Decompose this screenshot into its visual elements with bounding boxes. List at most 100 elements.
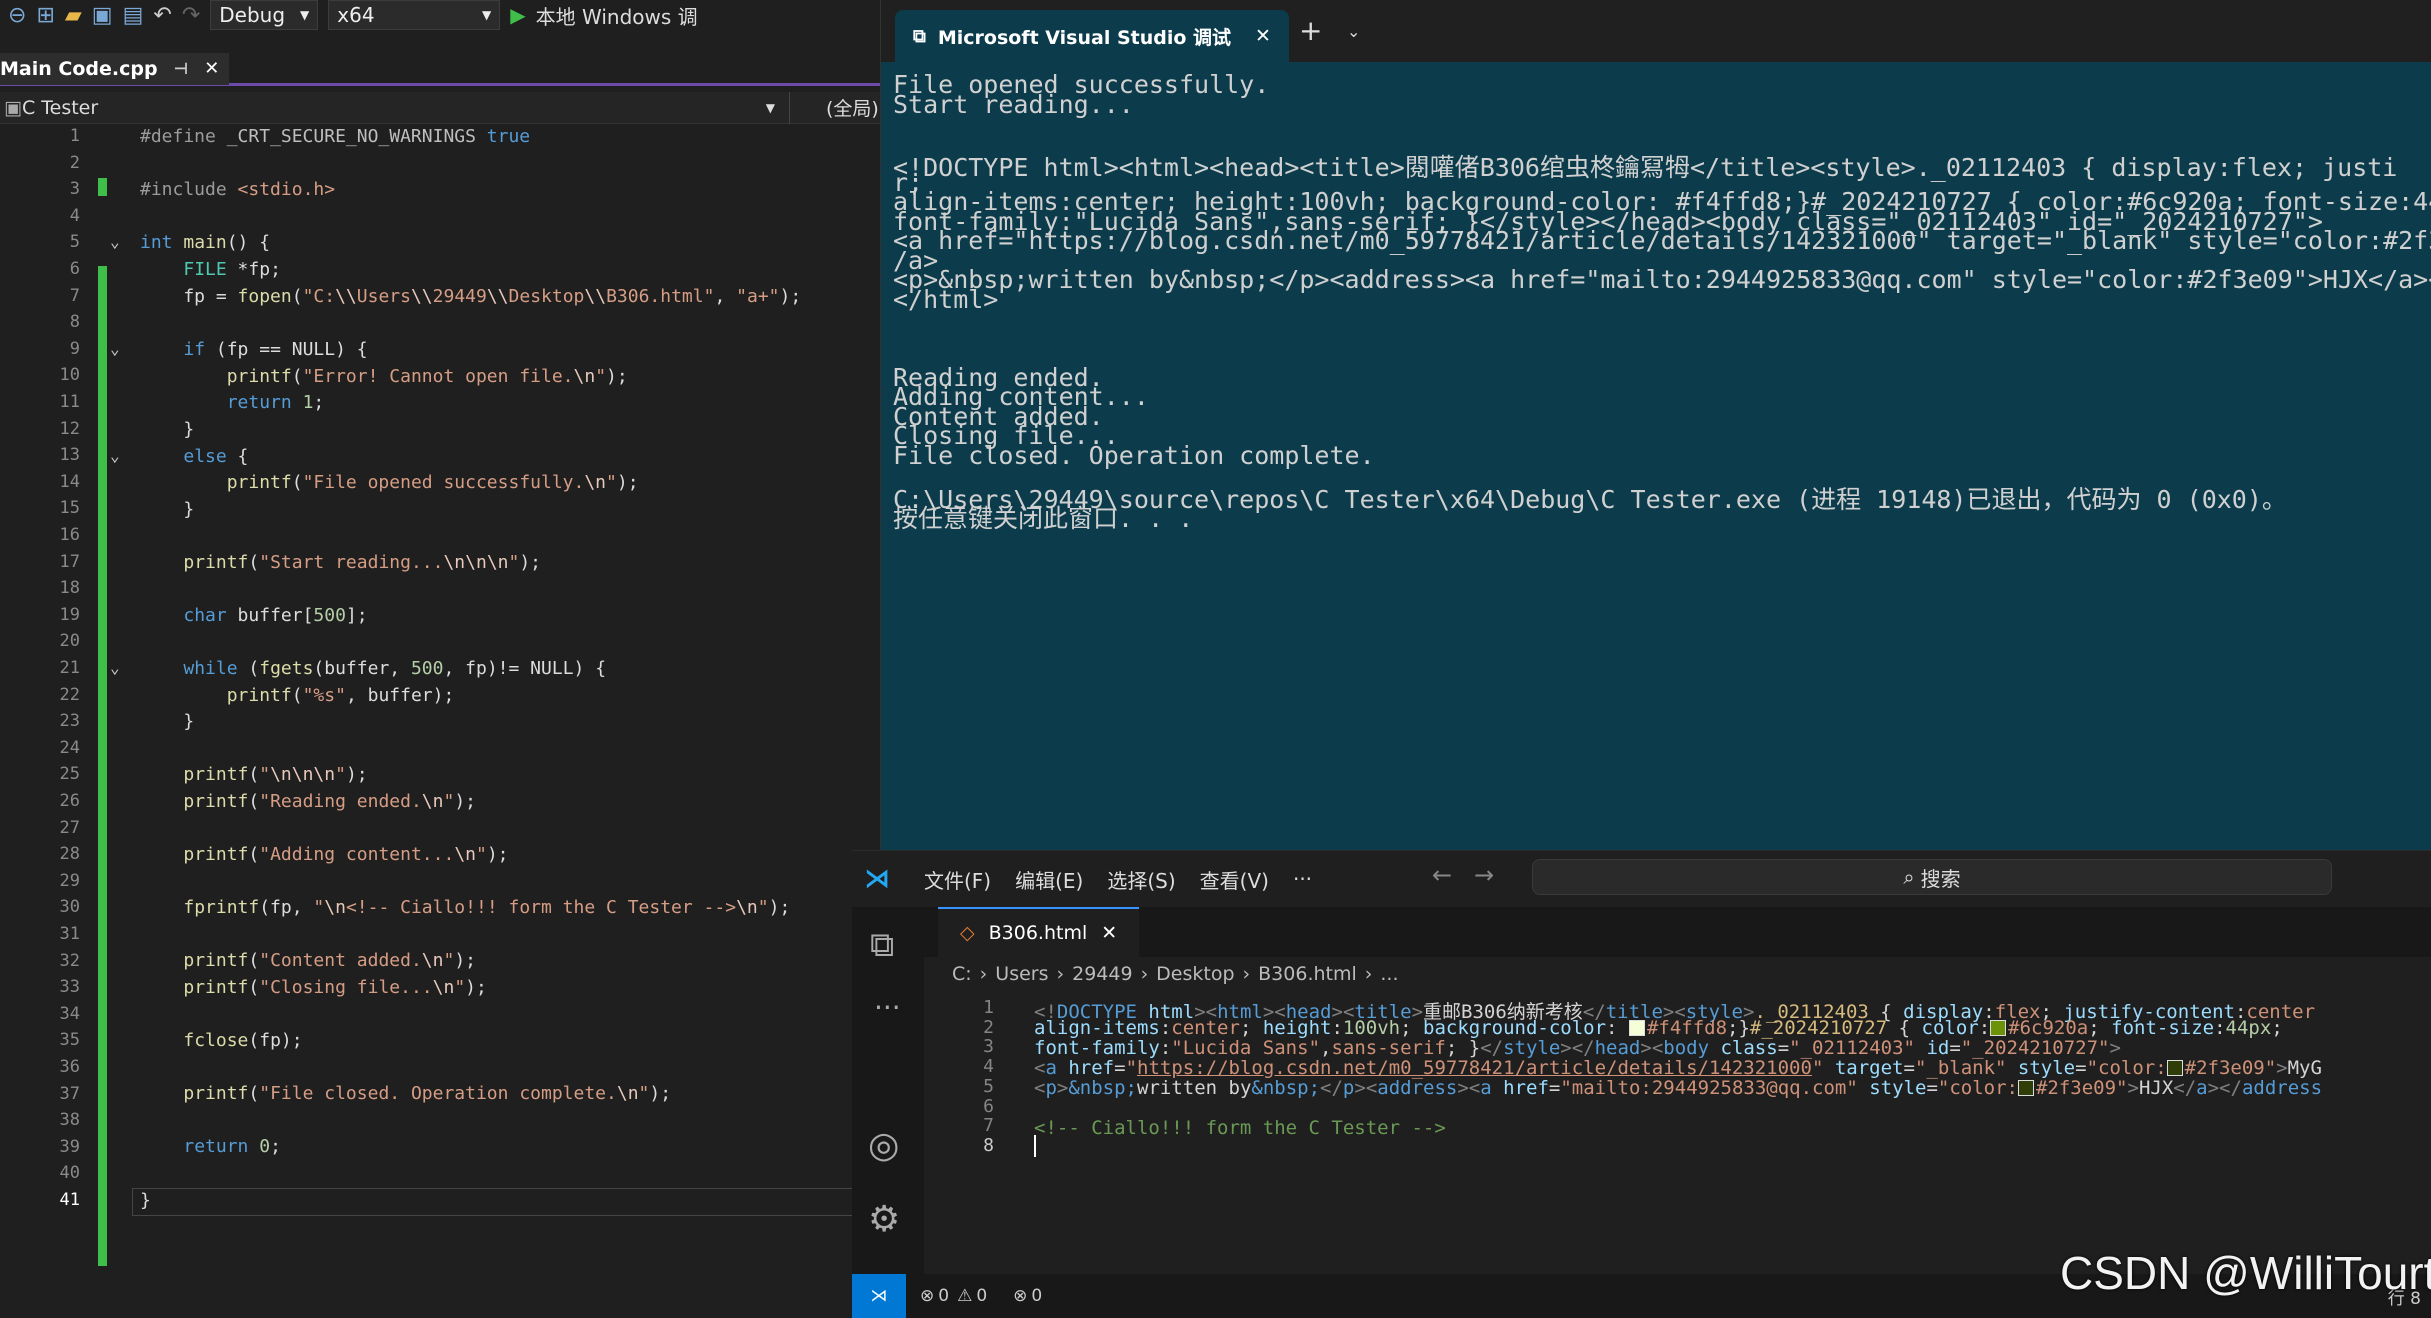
search-icon: ⌕ [1903,865,1915,889]
breadcrumb: C: › Users › 29449 › Desktop › B306.html ›... [952,963,1399,985]
close-icon[interactable]: ✕ [204,58,219,79]
color-swatch[interactable] [2017,1080,2034,1096]
code-line: <p>&nbsp;written by&nbsp;</p><address><a… [1034,1077,2323,1099]
redo-icon[interactable]: ↷ [182,3,200,28]
back-arrow-icon[interactable]: ← [1432,861,1452,889]
code-line: } [140,711,195,732]
breadcrumb-item[interactable]: C: [952,963,972,985]
tab-label: B306.html [988,922,1088,944]
vscode-logo-icon: ⋊ [864,864,890,894]
color-swatch[interactable] [1628,1020,1645,1036]
global-scope-select[interactable]: (全局) [826,94,879,121]
line-number: 38 [59,1110,80,1131]
menu-item[interactable]: 编辑(E) [1015,865,1083,894]
open-folder-icon[interactable]: ▰ [65,3,82,28]
code-line: } [140,419,195,440]
collapse-chevron-icon[interactable]: ⌄ [110,658,120,677]
line-number: 10 [59,365,80,386]
close-icon[interactable]: ✕ [1255,25,1271,47]
menu-item[interactable]: ··· [1293,867,1312,891]
line-number: 41 [59,1190,80,1210]
new-tab-plus-icon[interactable]: + [1299,14,1322,47]
code-line: fprintf(fp, "\n<!-- Ciallo!!! form the C… [183,897,791,918]
line-number: 6 [983,1095,994,1117]
line-number: 24 [59,737,80,758]
collapse-chevron-icon[interactable]: ⌄ [110,446,120,465]
pin-icon[interactable]: ⊣ [174,59,189,78]
editor-tabs: ◇ B306.html ✕ [924,907,2431,957]
menu-item[interactable]: 文件(F) [924,865,991,894]
line-number: 3 [69,179,80,200]
chevron-down-icon[interactable]: ⌄ [1347,22,1360,41]
line-number: 21 [59,658,80,678]
terminal-tab[interactable]: ⧉ Microsoft Visual Studio 调试 ✕ [895,10,1289,62]
line-number: 4 [69,205,80,226]
line-number: 40 [59,1163,80,1184]
tab-main-code-cpp[interactable]: Main Code.cpp ⊣ ✕ [0,52,230,85]
line-number: 2 [69,152,80,173]
error-count[interactable]: 0 [938,1286,949,1306]
platform-select[interactable]: x64 ▼ [328,0,501,30]
line-number: 14 [59,471,80,492]
code-line: <!-- Ciallo!!! form the C Tester --> [1034,1117,1446,1139]
menu-item[interactable]: 查看(V) [1200,865,1269,894]
breadcrumb-item[interactable]: ... [1380,963,1398,985]
line-number: 32 [59,950,80,971]
ports-icon: ⊗ [1013,1286,1028,1306]
terminal-line: 按任意键关闭此窗口. . . [893,504,1194,533]
close-icon[interactable]: ✕ [1101,922,1117,944]
line-number: 18 [59,578,80,599]
breadcrumb-item[interactable]: Users [995,963,1048,985]
code-line: else { [183,446,249,467]
project-scope-label: C Tester [21,96,99,119]
search-label: 搜索 [1920,866,1961,891]
breadcrumb-item[interactable]: 29449 [1072,963,1132,985]
command-search-box[interactable]: ⌕ 搜索 [1532,859,2332,895]
code-line: #include <stdio.h> [140,179,336,200]
chevron-right-icon: › [1242,963,1251,985]
run-debugger-button[interactable]: 本地 Windows 调 [536,1,698,30]
code-line: font-family:"Lucida Sans",sans-serif; }<… [1034,1037,2121,1059]
back-icon[interactable]: ⊖ [8,3,26,28]
tab-label: Main Code.cpp [0,57,158,80]
chevron-down-icon: ▼ [765,100,775,115]
run-play-icon[interactable]: ▶ [510,3,525,27]
chevron-down-icon: ▼ [482,8,492,22]
vs-navigation-bar: ▣C Tester ▼ (全局) [0,91,880,124]
line-number: 19 [59,604,80,625]
breadcrumb-item[interactable]: Desktop [1156,963,1234,985]
save-all-icon[interactable]: ▤ [123,3,144,28]
terminal-output[interactable]: File opened successfully. Start reading..… [881,70,2431,850]
terminal-line: <p>&nbsp;written by&nbsp;</p><address><a… [893,265,2431,294]
new-project-icon[interactable]: ⊞ [36,3,54,28]
menu-item[interactable]: 选择(S) [1107,865,1175,894]
configuration-select[interactable]: Debug ▼ [210,0,319,30]
project-scope-select[interactable]: ▣C Tester ▼ [0,91,790,124]
remote-indicator-icon[interactable]: ⋊ [852,1274,906,1318]
vs-toolbar: ⊖ ⊞ ▰ ▣ ▤ ↶ ↷ Debug ▼ x64 ▼ ▶ 本地 Windows… [0,0,880,30]
configuration-value: Debug [219,3,286,27]
code-line: printf("\n\n\n"); [183,764,368,785]
forward-arrow-icon[interactable]: → [1474,861,1494,889]
terminal-line: Start reading... [893,89,1134,119]
color-swatch[interactable] [1990,1020,2007,1036]
terminal-line: File closed. Operation complete. [893,440,1375,470]
project-scope-value: ▣C Tester [4,97,98,119]
line-number: 31 [59,924,80,944]
line-number: 34 [59,1003,80,1024]
line-number: 20 [59,631,80,652]
color-swatch[interactable] [2166,1060,2183,1076]
vs-code-editor[interactable]: 1 2 3 4 5 6 7 8 9 10 11 12 13 14 15 16 17 18 19 20 21 22 23 24 2… [0,126,880,1318]
undo-icon[interactable]: ↶ [153,3,171,28]
code-line: printf("%s", buffer); [226,685,455,706]
code-line: printf("File closed. Operation complete.… [183,1083,672,1104]
code-line: printf("Error! Cannot open file.\n"); [226,366,628,387]
explorer-files-icon[interactable]: ⧉ [870,925,894,965]
save-icon[interactable]: ▣ [92,3,113,28]
breadcrumb-item[interactable]: B306.html [1258,963,1357,985]
collapse-chevron-icon[interactable]: ⌄ [110,232,120,251]
tab-b306-html[interactable]: ◇ B306.html ✕ [938,907,1140,957]
warning-count[interactable]: 0 [976,1286,987,1306]
collapse-chevron-icon[interactable]: ⌄ [110,339,120,358]
ports-count[interactable]: 0 [1031,1286,1042,1306]
